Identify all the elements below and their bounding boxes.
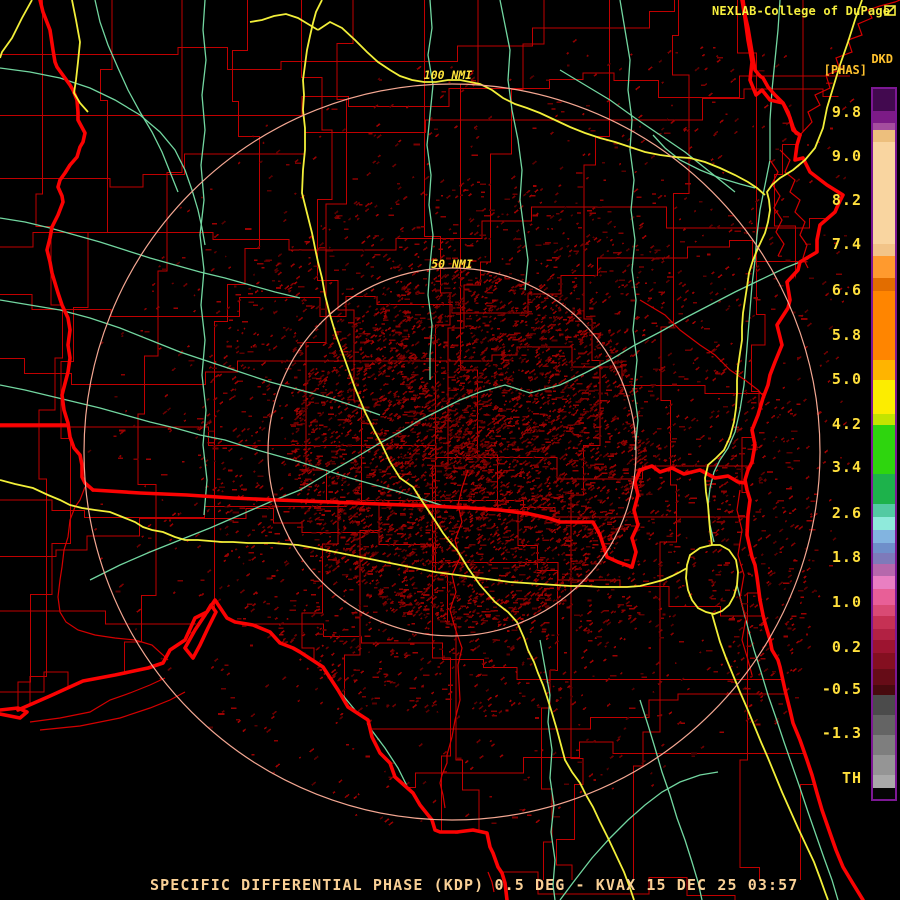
color-scale-segment	[873, 604, 895, 616]
river-line	[736, 489, 753, 676]
color-scale-segment	[873, 503, 895, 517]
river-line	[29, 677, 166, 723]
product-id-label: DKD	[871, 52, 893, 66]
color-scale-segment	[873, 775, 895, 789]
color-scale-segment	[873, 615, 895, 629]
green-road	[0, 217, 301, 299]
color-scale-segment	[873, 516, 895, 530]
color-scale-segment	[873, 474, 895, 504]
color-scale-segment	[873, 89, 895, 111]
cod-logo-icon	[884, 5, 896, 16]
color-scale-labels: 9.8 9.0 8.2 7.4 6.6 5.8 5.0 4.2 3.4 2.6 1.8 1.0 0.2 -…	[760, 87, 862, 801]
range-ring-100nmi-label: 100 NMI	[423, 68, 473, 82]
river-line	[39, 691, 186, 731]
color-scale-segment	[873, 380, 895, 414]
color-scale-segment	[873, 695, 895, 715]
color-scale-segment	[873, 714, 895, 735]
color-scale-tick-label: TH	[841, 769, 862, 787]
interstate-road	[249, 13, 319, 31]
color-scale-tick-label: 7.4	[831, 235, 862, 253]
color-scale-segment	[873, 553, 895, 565]
color-scale-segment	[873, 424, 895, 475]
color-scale-segment	[873, 256, 895, 279]
color-scale-tick-label: 1.0	[831, 593, 862, 611]
interstate-road	[0, 479, 688, 588]
color-scale-tick-label: 4.2	[831, 415, 862, 433]
state-border-line	[638, 464, 747, 485]
color-scale-tick-label: -1.3	[821, 724, 862, 742]
interstate-roads	[0, 0, 863, 900]
green-road	[539, 639, 556, 900]
color-scale-segment	[873, 529, 895, 543]
state-border-line	[16, 598, 509, 900]
state-borders-and-coast	[0, 0, 865, 900]
state-border-line	[38, 0, 95, 492]
radar-display: NEXLAB-College of DuPage DKD [PHAS] 100 …	[0, 0, 900, 900]
page-title: NEXLAB-College of DuPage	[712, 4, 891, 18]
color-scale-segment	[873, 589, 895, 605]
color-scale-segment	[873, 122, 895, 130]
color-scale-segment	[873, 110, 895, 123]
color-scale-tick-label: 5.8	[831, 326, 862, 344]
color-scale-segment	[873, 788, 895, 800]
color-scale-segment	[873, 576, 895, 590]
color-scale-tick-label: 8.2	[831, 191, 862, 209]
green-road	[426, 0, 434, 380]
color-scale-tick-label: 9.0	[831, 147, 862, 165]
color-scale-tick-label: 0.2	[831, 638, 862, 656]
interstate-road	[0, 0, 33, 59]
product-caption: SPECIFIC DIFFERENTIAL PHASE (KDP) 0.5 DE…	[150, 876, 799, 894]
green-road	[0, 67, 206, 246]
color-scale-segment	[873, 669, 895, 686]
color-scale-tick-label: 1.8	[831, 548, 862, 566]
color-scale-tick-label: -0.5	[821, 680, 862, 698]
color-scale-segment	[873, 360, 895, 381]
green-road	[299, 654, 433, 900]
product-tag-label: [PHAS]	[823, 63, 867, 77]
color-scale-tick-label: 3.4	[831, 458, 862, 476]
interstate-road	[71, 0, 89, 113]
radar-speckle	[87, 38, 855, 834]
color-scale-tick-label: 9.8	[831, 103, 862, 121]
color-scale-segment	[873, 413, 895, 425]
color-scale-segment	[873, 129, 895, 142]
color-scale-tick-label: 5.0	[831, 370, 862, 388]
color-scale-segment	[873, 564, 895, 577]
color-scale-segment	[873, 141, 895, 245]
color-scale-segment	[873, 291, 895, 361]
color-scale-segment	[873, 653, 895, 670]
color-scale-segment	[873, 734, 895, 755]
color-scale-segment	[873, 244, 895, 257]
range-ring-50nmi-label: 50 NMI	[431, 257, 473, 271]
color-scale-segment	[873, 754, 895, 776]
color-scale-segment	[873, 542, 895, 554]
green-road	[199, 0, 208, 516]
color-scale-segment	[873, 639, 895, 654]
color-scale-segment	[873, 685, 895, 696]
color-scale-tick-label: 2.6	[831, 504, 862, 522]
color-scale-tick-label: 6.6	[831, 281, 862, 299]
color-scale-segment	[873, 278, 895, 292]
color-scale-bar	[871, 87, 897, 801]
color-scale-segment	[873, 628, 895, 640]
